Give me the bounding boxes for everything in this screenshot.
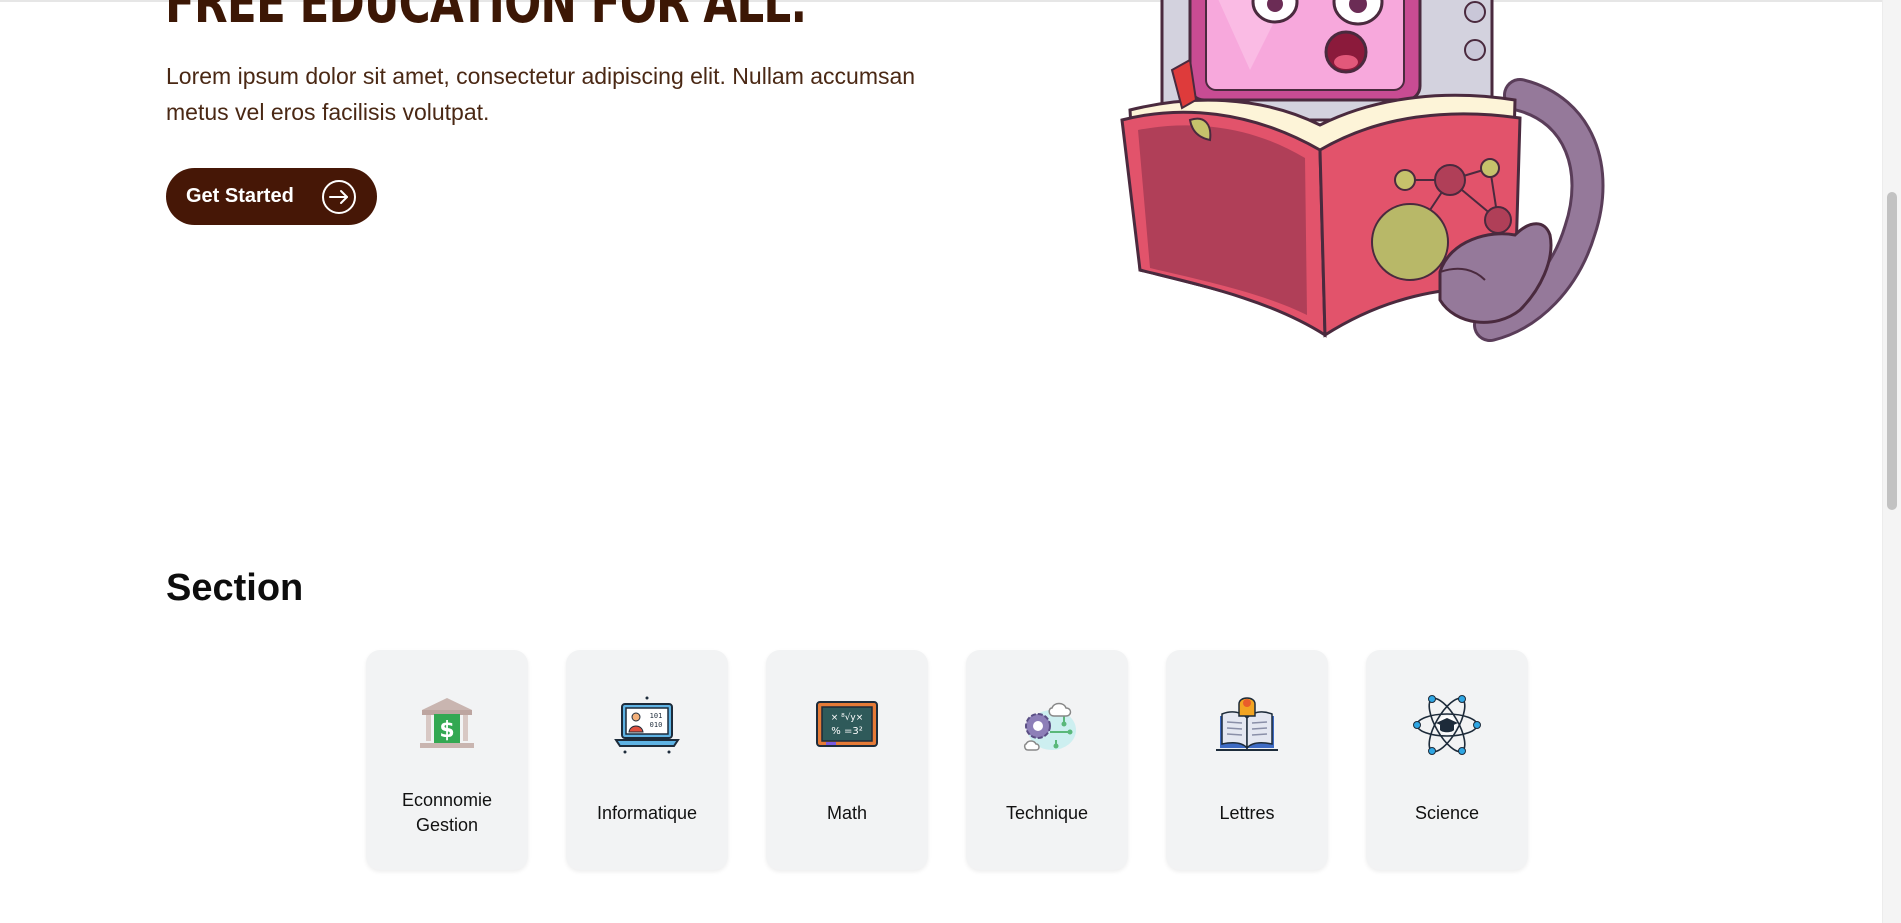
section-title: Section — [166, 567, 304, 609]
atom-icon — [1413, 695, 1481, 755]
category-card-econnomie-gestion[interactable]: $ Econnomie Gestion — [366, 650, 528, 870]
category-card-technique[interactable]: Technique — [966, 650, 1128, 870]
page-scrollbar[interactable] — [1882, 0, 1901, 923]
category-label: Informatique — [596, 802, 698, 823]
category-card-science[interactable]: Science — [1366, 650, 1528, 870]
svg-text:× ⁸√y×: × ⁸√y× — [831, 712, 864, 723]
svg-text:$: $ — [439, 718, 454, 743]
svg-text:101: 101 — [650, 712, 663, 720]
hero-description: Lorem ipsum dolor sit amet, consectetur … — [166, 63, 916, 125]
scrollbar-thumb[interactable] — [1887, 192, 1897, 510]
svg-text:% =3²: % =3² — [831, 726, 862, 737]
category-cards: $ Econnomie Gestion 101 010 Informatique — [366, 650, 1528, 870]
category-card-lettres[interactable]: Lettres — [1166, 650, 1328, 870]
gear-circuit-icon — [1023, 702, 1076, 751]
category-card-informatique[interactable]: 101 010 Informatique — [566, 650, 728, 870]
chalkboard-icon: × ⁸√y× % =3² — [816, 701, 878, 747]
category-label: Lettres — [1219, 802, 1275, 823]
hero-title: FREE EDUCATION FOR ALL. — [165, 0, 807, 36]
category-label: Econnomie Gestion — [401, 790, 493, 835]
robot-reading-book-illustration — [1120, 0, 1605, 342]
svg-text:010: 010 — [650, 721, 663, 729]
arrow-right-circle-icon — [322, 179, 356, 214]
page: FREE EDUCATION FOR ALL. Lorem ipsum dolo… — [0, 0, 1901, 923]
laptop-code-icon: 101 010 — [614, 696, 680, 754]
bank-icon: $ — [420, 698, 474, 748]
category-label: Math — [826, 802, 868, 823]
category-card-math[interactable]: × ⁸√y× % =3² Math — [766, 650, 928, 870]
get-started-label: Get Started — [186, 185, 294, 207]
get-started-button[interactable]: Get Started — [166, 168, 377, 225]
category-label: Science — [1414, 802, 1480, 823]
category-label: Technique — [1005, 802, 1089, 823]
open-book-icon — [1216, 697, 1278, 751]
